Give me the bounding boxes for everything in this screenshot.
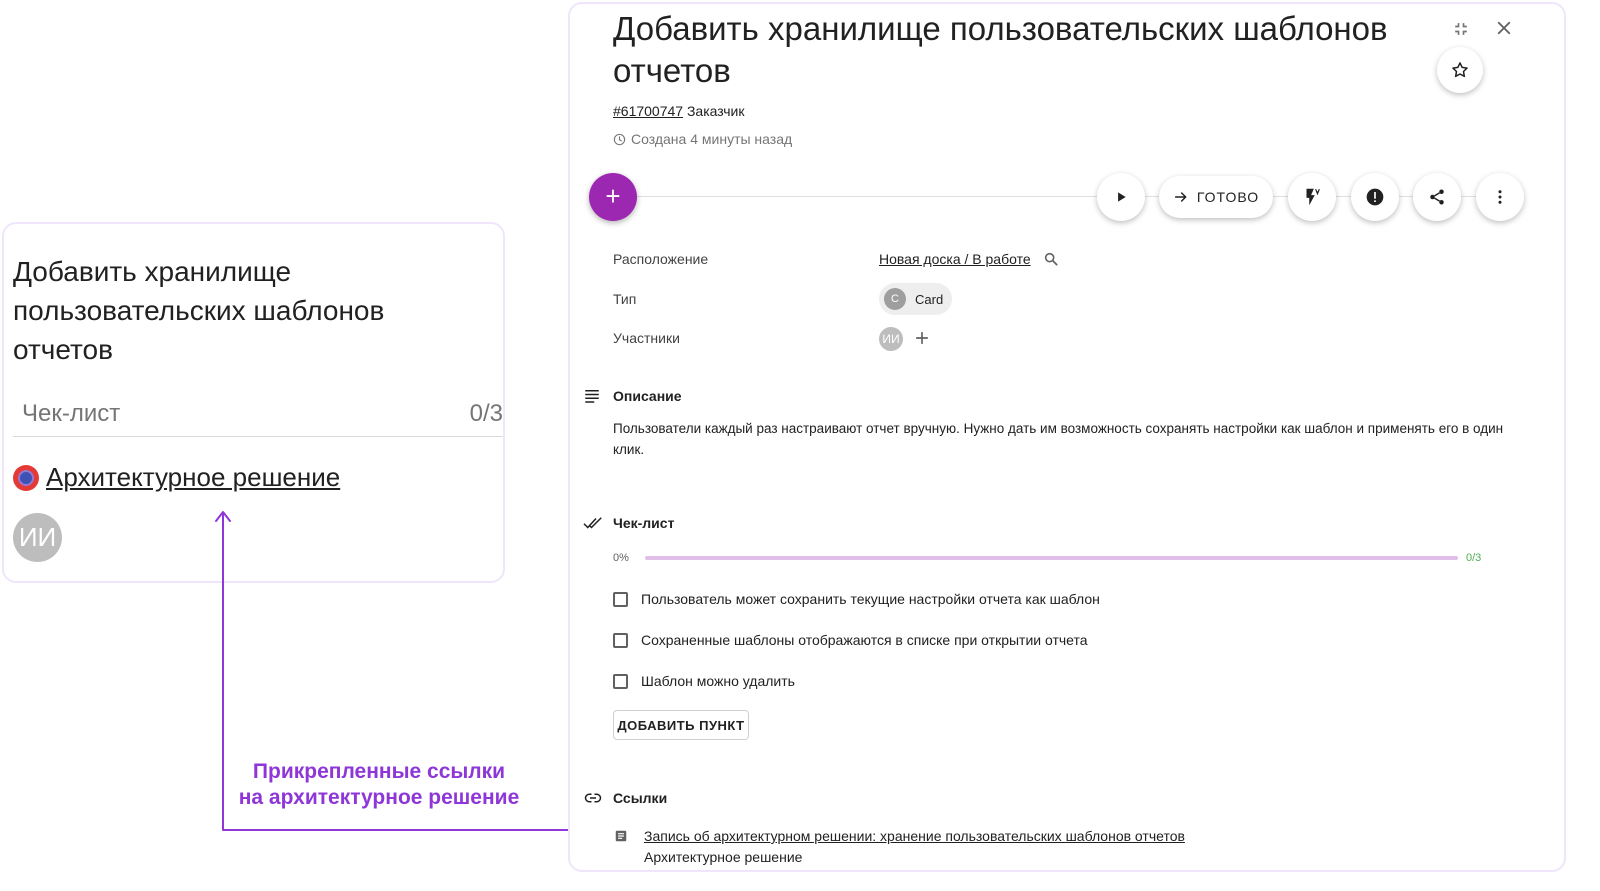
checklist-item[interactable]: Шаблон можно удалить [613, 671, 795, 691]
more-button[interactable] [1476, 173, 1524, 221]
auto-flash-button[interactable] [1288, 173, 1336, 221]
more-vert-icon [1498, 190, 1502, 204]
done-all-icon [583, 514, 603, 537]
checkbox[interactable] [613, 591, 628, 607]
checkbox[interactable] [613, 673, 628, 689]
preview-checklist-label: Чек-лист [22, 400, 121, 427]
link-icon [583, 789, 603, 812]
checkbox[interactable] [613, 632, 628, 648]
type-value: Card [915, 291, 944, 307]
location-label: Расположение [613, 251, 709, 267]
share-button[interactable] [1413, 173, 1461, 221]
type-label: Тип [613, 291, 637, 307]
checklist-item-text[interactable]: Сохраненные шаблоны отображаются в списк… [641, 632, 1088, 648]
type-chip[interactable]: C Card [879, 283, 952, 315]
description-title: Описание [613, 388, 682, 404]
add-button[interactable]: + [589, 173, 637, 221]
preview-link-text[interactable]: Архитектурное решение [46, 462, 340, 493]
checklist-item-text[interactable]: Пользователь может сохранить текущие нас… [641, 591, 1100, 607]
done-label: ГОТОВО [1196, 189, 1260, 205]
play-icon [1118, 192, 1126, 202]
checklist-progress-bar [645, 556, 1458, 560]
link-item-subtitle: Архитектурное решение [644, 849, 803, 865]
description-text[interactable]: Пользователи каждый раз настраивают отче… [613, 418, 1513, 460]
close-icon[interactable] [1492, 16, 1516, 40]
subject-icon [583, 387, 601, 410]
card-id-line: #61700747 Заказчик [613, 103, 744, 119]
add-participant-icon[interactable] [912, 328, 932, 348]
preview-checklist-count: 0/3 [469, 400, 503, 427]
card-id-link[interactable]: #61700747 [613, 103, 683, 119]
card-preview[interactable]: Добавить хранилище пользовательских шабл… [2, 222, 505, 583]
created-text: Создана 4 минуты назад [631, 131, 793, 147]
checklist-progress-count: 0/3 [1466, 552, 1482, 564]
start-button[interactable] [1097, 173, 1145, 221]
page-title[interactable]: Добавить хранилище пользовательских шабл… [613, 8, 1443, 92]
annotation-line-2: на архитектурное решение [238, 786, 520, 809]
avatar[interactable]: ИИ [879, 327, 903, 351]
done-button[interactable]: ГОТОВО [1159, 176, 1273, 218]
location-link[interactable]: Новая доска / В работе [879, 251, 1031, 267]
type-avatar: C [884, 288, 906, 310]
checklist-item[interactable]: Сохраненные шаблоны отображаются в списк… [613, 630, 1088, 650]
created-time: Создана 4 минуты назад [613, 131, 792, 147]
participants-label: Участники [613, 330, 680, 346]
link-item-title[interactable]: Запись об архитектурном решении: хранени… [644, 828, 1185, 844]
clock-icon [613, 133, 626, 145]
preview-checklist: Чек-лист 0/3 [13, 394, 503, 437]
architecture-decision-icon [13, 465, 39, 491]
flash-off-icon [1306, 188, 1320, 206]
search-icon[interactable] [1043, 251, 1059, 272]
card-role: Заказчик [686, 103, 745, 119]
priority-button[interactable] [1351, 173, 1399, 221]
checklist-progress-label: 0% [613, 552, 629, 564]
article-icon [614, 829, 628, 848]
add-checklist-item-button[interactable]: ДОБАВИТЬ ПУНКТ [613, 710, 749, 740]
arrow-right-icon [1174, 192, 1187, 202]
alert-icon [1366, 188, 1384, 206]
preview-title: Добавить хранилище пользовательских шабл… [13, 256, 385, 365]
avatar: ИИ [13, 513, 62, 562]
links-title: Ссылки [613, 790, 668, 806]
collapse-icon[interactable] [1450, 18, 1472, 40]
checklist-item[interactable]: Пользователь может сохранить текущие нас… [613, 589, 1100, 609]
checklist-item-text[interactable]: Шаблон можно удалить [641, 673, 795, 689]
star-icon[interactable] [1437, 47, 1483, 93]
share-icon [1430, 189, 1444, 205]
annotation-label: Прикрепленные ссылки на архитектурное ре… [220, 759, 538, 811]
checklist-title: Чек-лист [613, 515, 675, 531]
annotation-line-1: Прикрепленные ссылки [252, 760, 506, 783]
